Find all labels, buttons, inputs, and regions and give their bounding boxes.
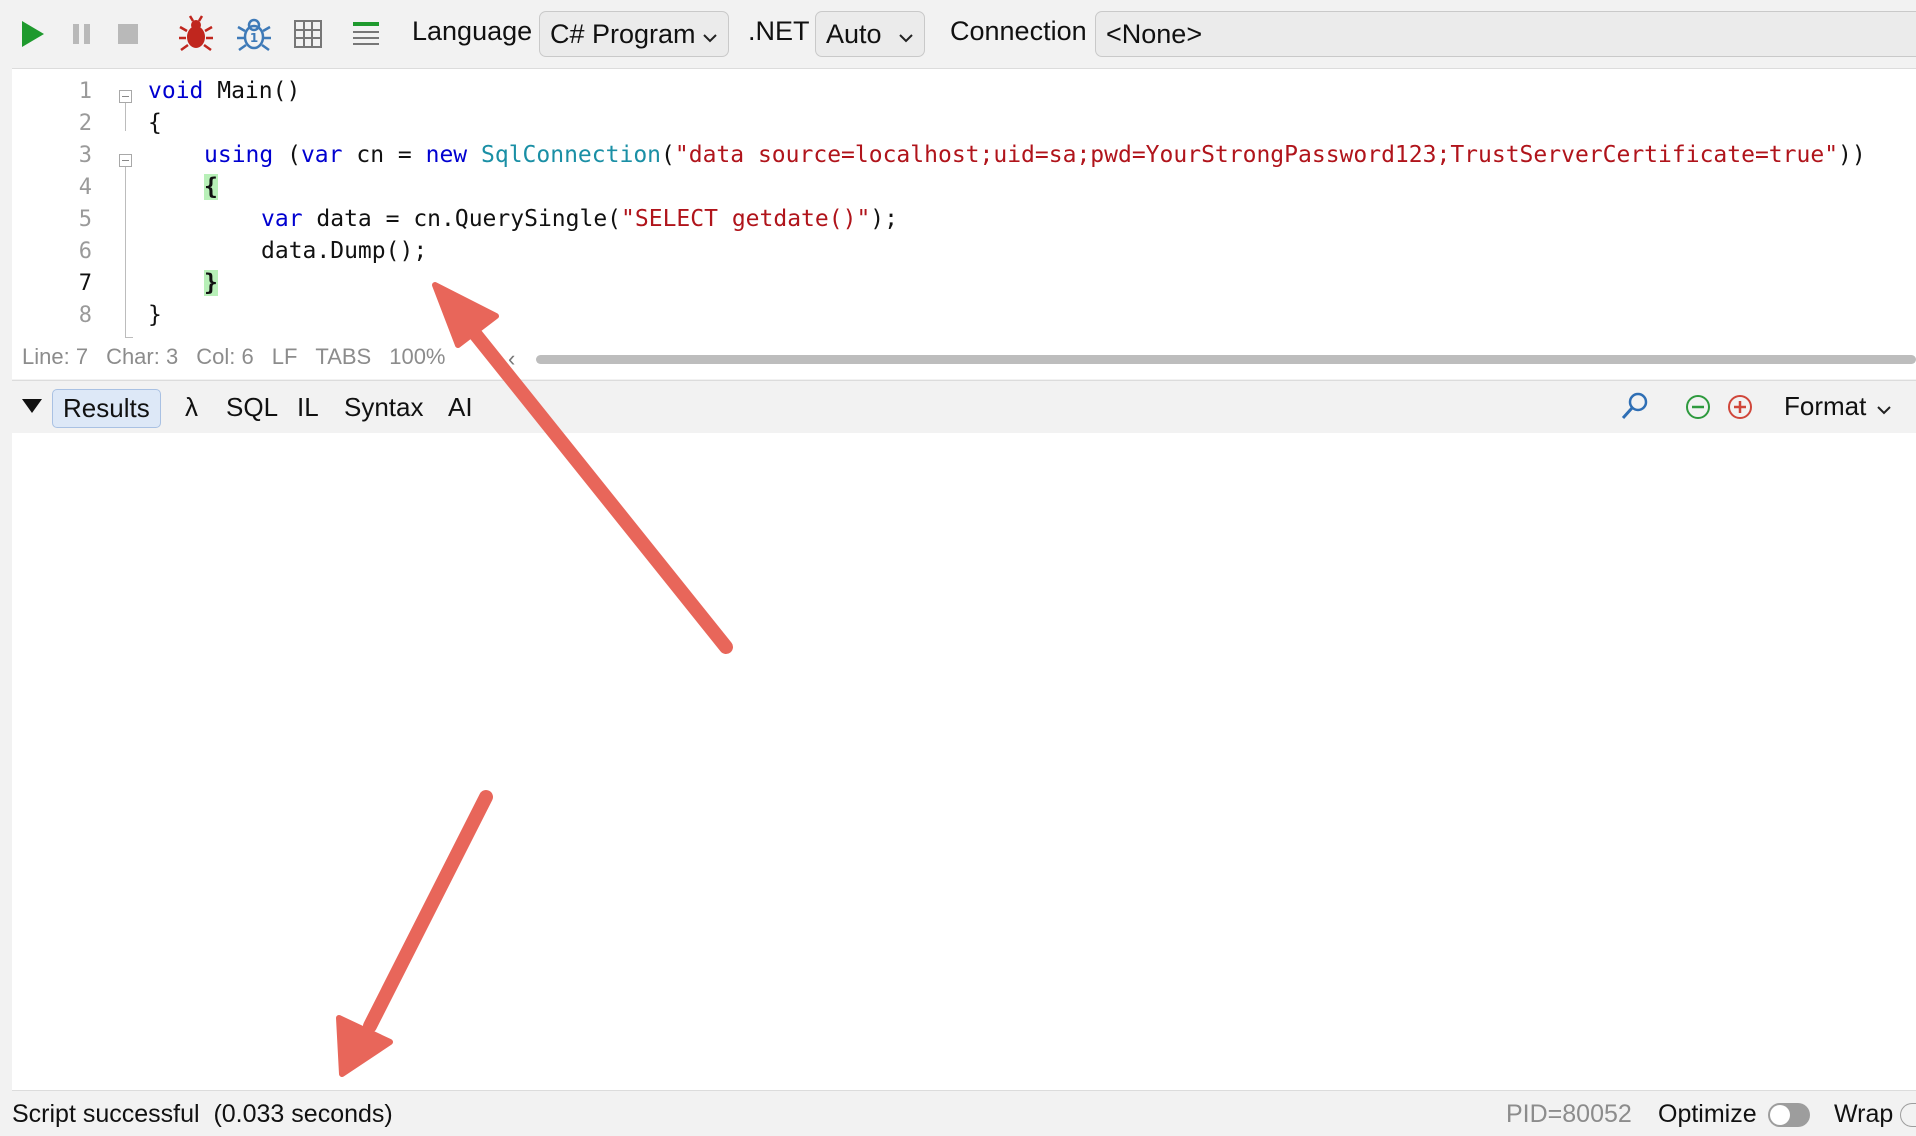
format-dropdown[interactable]: Format xyxy=(1784,391,1892,422)
optimize-toggle[interactable] xyxy=(1768,1103,1810,1127)
code-line-8: } xyxy=(148,302,162,328)
fold-guide xyxy=(125,103,126,131)
code-editor[interactable]: 1 2 3 4 5 6 7 8 void Main() { using (var… xyxy=(12,68,1916,379)
wrap-toggle[interactable] xyxy=(1900,1103,1916,1127)
toolbar: 1 Language C# Program .NET Auto Connecti… xyxy=(0,0,1916,68)
search-icon[interactable] xyxy=(1620,391,1650,426)
format-label: Format xyxy=(1784,391,1867,421)
horizontal-scrollbar[interactable] xyxy=(536,355,1916,364)
dotnet-value: Auto xyxy=(826,18,882,49)
execution-status: Script successful (0.033 seconds) xyxy=(12,1100,393,1128)
collapse-triangle-icon[interactable] xyxy=(20,397,44,420)
language-label: Language xyxy=(412,16,533,46)
svg-text:1: 1 xyxy=(250,31,258,45)
line-number: 2 xyxy=(78,111,92,136)
run-icon[interactable] xyxy=(12,14,52,54)
editor-status: Line: 7 Char: 3 Col: 6 LF TABS 100% xyxy=(22,344,464,374)
connection-select[interactable]: <None> xyxy=(1095,11,1916,57)
fold-toggle-icon[interactable] xyxy=(119,154,132,167)
code-line-6: data.Dump(); xyxy=(261,238,428,264)
wrap-label: Wrap xyxy=(1834,1100,1894,1128)
code-line-1: void Main() xyxy=(148,78,301,104)
grid-results-icon[interactable] xyxy=(288,14,328,54)
line-number: 3 xyxy=(78,143,92,168)
fold-end xyxy=(125,337,133,338)
tab-sql[interactable]: SQL xyxy=(216,389,288,426)
results-tabbar: Results λ SQL IL Syntax AI Format xyxy=(12,380,1916,434)
code-line-3: using (var cn = new SqlConnection("data … xyxy=(204,142,1866,168)
line-number: 4 xyxy=(78,175,92,200)
code-line-5: var data = cn.QuerySingle("SELECT getdat… xyxy=(261,206,898,232)
status-eol[interactable]: LF xyxy=(272,344,298,369)
code-line-2: { xyxy=(148,110,162,136)
expand-all-icon[interactable] xyxy=(1727,394,1753,425)
status-zoom[interactable]: 100% xyxy=(389,344,445,369)
language-value: C# Program xyxy=(550,18,696,49)
fold-toggle-icon[interactable] xyxy=(119,90,132,103)
status-indent[interactable]: TABS xyxy=(315,344,371,369)
dotnet-label: .NET xyxy=(748,16,810,46)
debug-step-bug-icon[interactable]: 1 xyxy=(234,14,274,54)
line-number: 5 xyxy=(78,207,92,232)
code-line-7: } xyxy=(204,270,218,296)
tab-results[interactable]: Results xyxy=(52,389,161,428)
chevron-down-icon xyxy=(702,19,718,50)
chevron-down-icon xyxy=(1876,391,1892,422)
pause-icon[interactable] xyxy=(62,14,102,54)
line-number: 6 xyxy=(78,239,92,264)
code-line-4: { xyxy=(204,174,218,200)
line-number: 1 xyxy=(78,79,92,104)
left-edge xyxy=(0,68,12,1091)
tab-syntax[interactable]: Syntax xyxy=(334,389,434,426)
tab-il[interactable]: IL xyxy=(287,389,329,426)
status-line: Line: 7 xyxy=(22,344,89,369)
debug-bug-icon[interactable] xyxy=(176,14,216,54)
status-bar: Script successful (0.033 seconds) PID=80… xyxy=(0,1091,1916,1136)
optimize-label: Optimize xyxy=(1658,1100,1757,1128)
text-results-icon[interactable] xyxy=(346,14,386,54)
fold-guide xyxy=(125,167,126,337)
results-panel[interactable] xyxy=(12,433,1916,1091)
line-number-current: 7 xyxy=(78,271,92,296)
chevron-down-icon xyxy=(898,19,914,50)
scroll-left-icon[interactable]: ‹ xyxy=(508,346,515,372)
stop-icon[interactable] xyxy=(108,14,148,54)
tab-lambda[interactable]: λ xyxy=(175,389,208,426)
line-number: 8 xyxy=(78,303,92,328)
dotnet-select[interactable]: Auto xyxy=(815,11,925,57)
collapse-all-icon[interactable] xyxy=(1685,394,1711,425)
language-select[interactable]: C# Program xyxy=(539,11,729,57)
status-col: Col: 6 xyxy=(196,344,254,369)
process-id: PID=80052 xyxy=(1506,1100,1632,1128)
connection-label: Connection xyxy=(950,16,1087,46)
tab-ai[interactable]: AI xyxy=(438,389,483,426)
status-char: Char: 3 xyxy=(106,344,179,369)
connection-value: <None> xyxy=(1106,18,1203,49)
